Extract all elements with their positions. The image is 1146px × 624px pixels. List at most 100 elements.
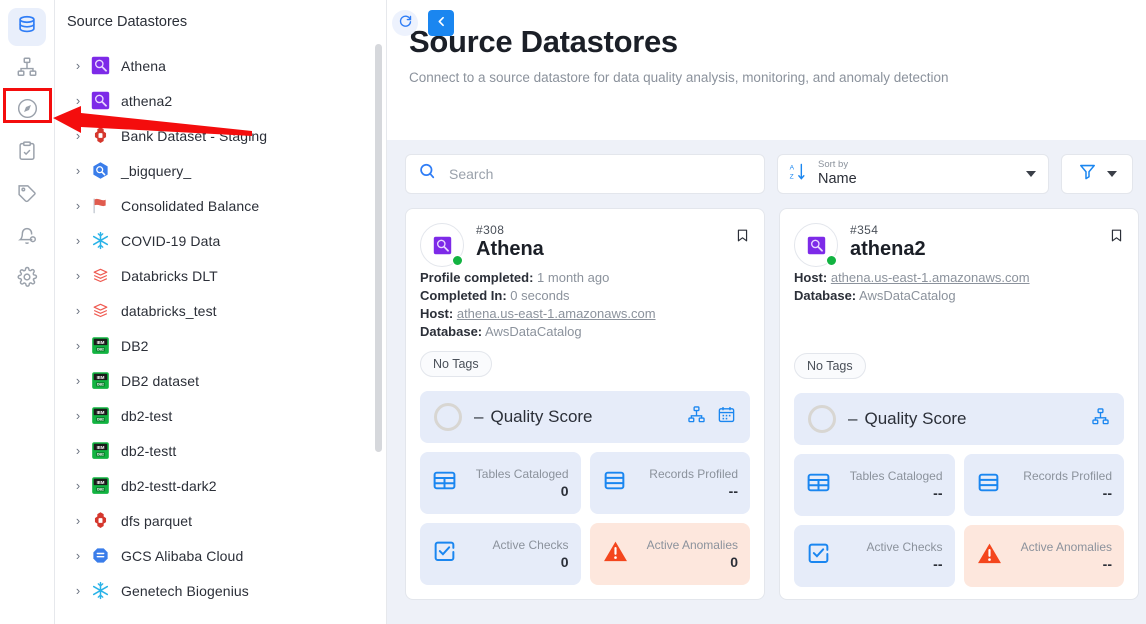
chevron-right-icon[interactable]: ›	[67, 58, 89, 73]
tree-item[interactable]: › IBM DB2 db2-testt	[55, 433, 386, 468]
metric-tile[interactable]: Active Checks 0	[420, 523, 581, 585]
page-header: Source Datastores Connect to a source da…	[387, 0, 1146, 140]
metric-value: 0	[730, 554, 738, 570]
sitemap-icon[interactable]	[687, 405, 706, 429]
metric-tile[interactable]: Tables Cataloged --	[794, 454, 955, 516]
tree-item[interactable]: › IBM DB2 db2-testt-dark2	[55, 468, 386, 503]
chevron-right-icon[interactable]: ›	[67, 93, 89, 108]
card-detail-value: AwsDataCatalog	[859, 288, 956, 303]
chevron-right-icon[interactable]: ›	[67, 303, 89, 318]
source-datastores-tree-panel: Source Datastores › Athena › athena2 › Bank D…	[55, 0, 387, 624]
chevron-right-icon[interactable]: ›	[67, 268, 89, 283]
metric-label: Tables Cataloged	[475, 467, 569, 481]
collapse-panel-button[interactable]	[428, 10, 454, 36]
svg-text:IBM: IBM	[96, 410, 104, 415]
tree-item-label: DB2 dataset	[121, 372, 200, 389]
datastore-card[interactable]: #354 athena2 Host: athena.us-east-1.amazon…	[779, 208, 1139, 600]
tree-item[interactable]: › Consolidated Balance	[55, 188, 386, 223]
chevron-right-icon[interactable]: ›	[67, 233, 89, 248]
metric-label: Tables Cataloged	[849, 469, 943, 483]
tree-item[interactable]: › athena2	[55, 83, 386, 118]
chevron-right-icon[interactable]: ›	[67, 198, 89, 213]
chevron-right-icon[interactable]: ›	[67, 583, 89, 598]
records-icon	[602, 468, 627, 498]
filter-button[interactable]	[1061, 154, 1133, 194]
tree-item-label: Athena	[121, 57, 166, 74]
svg-text:DB2: DB2	[97, 347, 104, 351]
metric-tile[interactable]: Records Profiled --	[963, 454, 1124, 516]
metric-label: Records Profiled	[649, 467, 738, 481]
chevron-right-icon[interactable]: ›	[67, 163, 89, 178]
calendar-icon[interactable]	[717, 405, 736, 429]
rail-item-datastores[interactable]	[8, 8, 46, 46]
db2-icon: IBM DB2	[89, 370, 111, 392]
chevron-right-icon[interactable]: ›	[67, 443, 89, 458]
tree-item-label: COVID-19 Data	[121, 232, 221, 249]
tree-item[interactable]: › _bigquery_	[55, 153, 386, 188]
refresh-button[interactable]	[392, 10, 418, 36]
card-detail-spacer	[794, 322, 1124, 341]
chevron-right-icon[interactable]: ›	[67, 373, 89, 388]
svg-text:IBM: IBM	[96, 445, 104, 450]
metric-value: --	[1102, 485, 1112, 501]
tree-item[interactable]: › dfs parquet	[55, 503, 386, 538]
tree-item[interactable]: › databricks_test	[55, 293, 386, 328]
rail-item-explore[interactable]	[8, 92, 46, 130]
card-detail-link[interactable]: athena.us-east-1.amazonaws.com	[457, 306, 656, 321]
chevron-right-icon[interactable]: ›	[67, 513, 89, 528]
metric-texts: Tables Cataloged --	[850, 469, 943, 501]
tree-item[interactable]: › Bank Dataset - Staging	[55, 118, 386, 153]
metric-tile[interactable]: Active Checks --	[794, 525, 955, 587]
chevron-right-icon[interactable]: ›	[67, 478, 89, 493]
metric-value: --	[728, 483, 738, 499]
svg-text:DB2: DB2	[97, 452, 104, 456]
tree-item[interactable]: › Genetech Biogenius	[55, 573, 386, 608]
rail-item-checks[interactable]	[8, 134, 46, 172]
gcs-icon	[89, 545, 111, 567]
tree-item-label: Genetech Biogenius	[121, 582, 249, 599]
sort-by-select[interactable]: A Z Sort by Name	[777, 154, 1049, 194]
tree-item-label: Consolidated Balance	[121, 197, 260, 214]
card-detail-value: AwsDataCatalog	[485, 324, 582, 339]
tree-item[interactable]: › Databricks DLT	[55, 258, 386, 293]
bigquery-icon	[89, 160, 111, 182]
filter-chevron-down-icon[interactable]	[1106, 171, 1117, 177]
search-box[interactable]	[405, 154, 765, 194]
tree-item[interactable]: › Athena	[55, 48, 386, 83]
chevron-right-icon[interactable]: ›	[67, 338, 89, 353]
datastore-id: #354	[850, 223, 879, 237]
rail-item-tags[interactable]	[8, 176, 46, 214]
rail-item-notifications[interactable]	[8, 218, 46, 256]
svg-text:DB2: DB2	[97, 382, 104, 386]
tree-item[interactable]: › GCS Alibaba Cloud	[55, 538, 386, 573]
tree-item[interactable]: › COVID-19 Data	[55, 223, 386, 258]
bookmark-icon[interactable]	[1109, 227, 1124, 249]
chevron-right-icon[interactable]: ›	[67, 128, 89, 143]
bookmark-icon[interactable]	[735, 227, 750, 249]
rail-item-settings[interactable]	[8, 260, 46, 298]
metric-label: Records Profiled	[1023, 469, 1112, 483]
card-header-texts: #308 Athena	[476, 223, 544, 261]
no-tags-badge[interactable]: No Tags	[794, 353, 866, 379]
tree-item[interactable]: › IBM DB2 db2-test	[55, 398, 386, 433]
rail-item-lineage[interactable]	[8, 50, 46, 88]
datastore-tree-list[interactable]: › Athena › athena2 › Bank Dataset - Staging › _…	[55, 44, 386, 624]
no-tags-badge[interactable]: No Tags	[420, 351, 492, 377]
card-detail-link[interactable]: athena.us-east-1.amazonaws.com	[831, 270, 1030, 285]
metric-tile[interactable]: Active Anomalies --	[963, 525, 1124, 587]
metric-tile[interactable]: Tables Cataloged 0	[420, 452, 581, 514]
card-detail-spacer	[794, 303, 1124, 322]
quality-score-actions	[1091, 407, 1110, 431]
tree-item[interactable]: › IBM DB2 DB2 dataset	[55, 363, 386, 398]
datastore-card[interactable]: #308 Athena Profile completed: 1 month ago…	[405, 208, 765, 600]
card-detail-row: Database: AwsDataCatalog	[794, 288, 1124, 303]
tree-item[interactable]: › IBM DB2 DB2	[55, 328, 386, 363]
metric-tile[interactable]: Active Anomalies 0	[589, 523, 750, 585]
chevron-right-icon[interactable]: ›	[67, 408, 89, 423]
chevron-right-icon[interactable]: ›	[67, 548, 89, 563]
sitemap-icon[interactable]	[1091, 407, 1110, 431]
tree-scrollbar[interactable]	[375, 44, 382, 452]
metric-tile[interactable]: Records Profiled --	[589, 452, 750, 514]
page-title: Source Datastores	[409, 24, 678, 59]
search-input[interactable]	[447, 165, 752, 183]
